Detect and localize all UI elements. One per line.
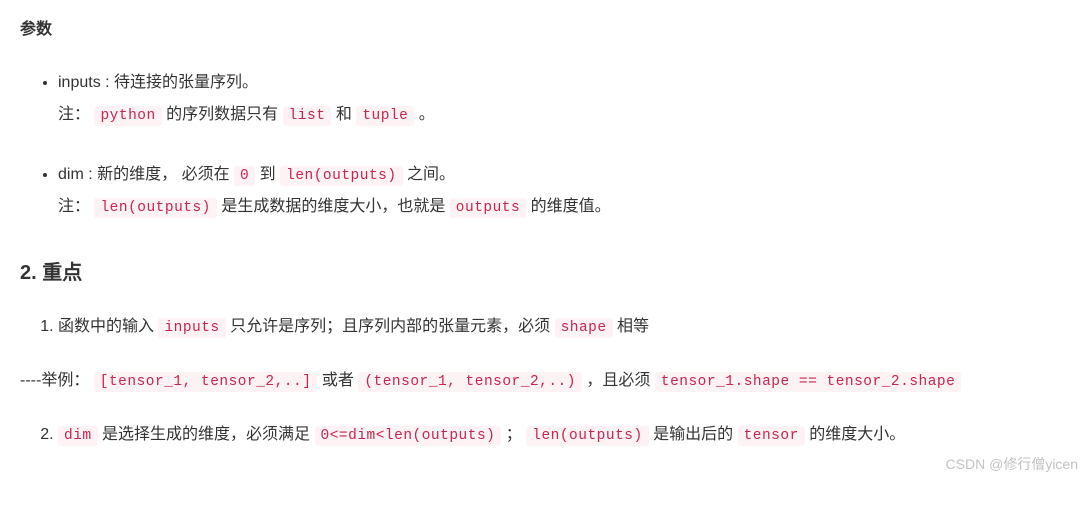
param-inputs-note-mid1: 的序列数据只有 (162, 106, 283, 123)
param-dim-desc-mid: 到 (255, 166, 280, 183)
param-dim-note-end: 的维度值。 (526, 198, 610, 215)
param-inputs-name: inputs (58, 74, 101, 91)
kp2-t3: 是输出后的 (649, 426, 738, 443)
kp1-mid: 只允许是序列；且序列内部的张量元素，必须 (226, 318, 555, 335)
code-dim-range: 0<=dim<len(outputs) (315, 426, 502, 446)
param-inputs-note-label: 注： (58, 106, 90, 123)
param-inputs-desc: : 待连接的张量序列。 (101, 74, 258, 91)
param-inputs: inputs : 待连接的张量序列。 注： python 的序列数据只有 lis… (58, 67, 1070, 131)
code-tuple: tuple (356, 106, 414, 126)
keypoints-heading: 2. 重点 (20, 255, 1070, 291)
example-line: ----举例： [tensor_1, tensor_2,..] 或者 (tens… (20, 365, 1070, 397)
kp2-t2: ； (501, 426, 526, 443)
params-heading: 参数 (20, 16, 1070, 45)
code-outputs: outputs (450, 198, 526, 218)
kp2-t4: 的维度大小。 (805, 426, 905, 443)
example-prefix: ----举例： (20, 372, 89, 389)
code-zero: 0 (234, 166, 255, 186)
code-shape-eq: tensor_1.shape == tensor_2.shape (655, 372, 961, 392)
code-tensor-tuple: (tensor_1, tensor_2,..) (358, 372, 582, 392)
param-inputs-note-end: 。 (414, 106, 434, 123)
param-dim-desc-after: 之间。 (403, 166, 455, 183)
code-len-outputs-2: len(outputs) (94, 198, 216, 218)
code-python: python (94, 106, 161, 126)
keypoints-list-2: dim 是选择生成的维度，必须满足 0<=dim<len(outputs) ； … (20, 419, 1070, 451)
code-len-outputs: len(outputs) (280, 166, 402, 186)
example-mid1: 或者 (317, 372, 358, 389)
keypoint-1: 函数中的输入 inputs 只允许是序列；且序列内部的张量元素，必须 shape… (58, 311, 1070, 343)
keypoints-list: 函数中的输入 inputs 只允许是序列；且序列内部的张量元素，必须 shape… (20, 311, 1070, 343)
code-inputs: inputs (158, 318, 225, 338)
param-dim: dim : 新的维度， 必须在 0 到 len(outputs) 之间。 注： … (58, 159, 1070, 223)
param-dim-desc-before: : 新的维度， 必须在 (84, 166, 234, 183)
code-tensor-list: [tensor_1, tensor_2,..] (94, 372, 318, 392)
param-dim-note-label: 注： (58, 198, 90, 215)
code-tensor: tensor (738, 426, 805, 446)
watermark: CSDN @修行僧yicen (946, 452, 1078, 477)
kp2-t1: 是选择生成的维度，必须满足 (98, 426, 315, 443)
param-dim-name: dim (58, 166, 84, 183)
keypoint-2: dim 是选择生成的维度，必须满足 0<=dim<len(outputs) ； … (58, 419, 1070, 451)
code-len-outputs-3: len(outputs) (526, 426, 648, 446)
code-list: list (283, 106, 332, 126)
code-dim: dim (58, 426, 98, 446)
param-dim-note-mid1: 是生成数据的维度大小，也就是 (217, 198, 450, 215)
params-list: inputs : 待连接的张量序列。 注： python 的序列数据只有 lis… (20, 67, 1070, 223)
param-inputs-note-mid2: 和 (331, 106, 356, 123)
code-shape: shape (555, 318, 613, 338)
example-mid2: ，且必须 (582, 372, 655, 389)
kp1-pre: 函数中的输入 (58, 318, 158, 335)
kp1-post: 相等 (613, 318, 649, 335)
